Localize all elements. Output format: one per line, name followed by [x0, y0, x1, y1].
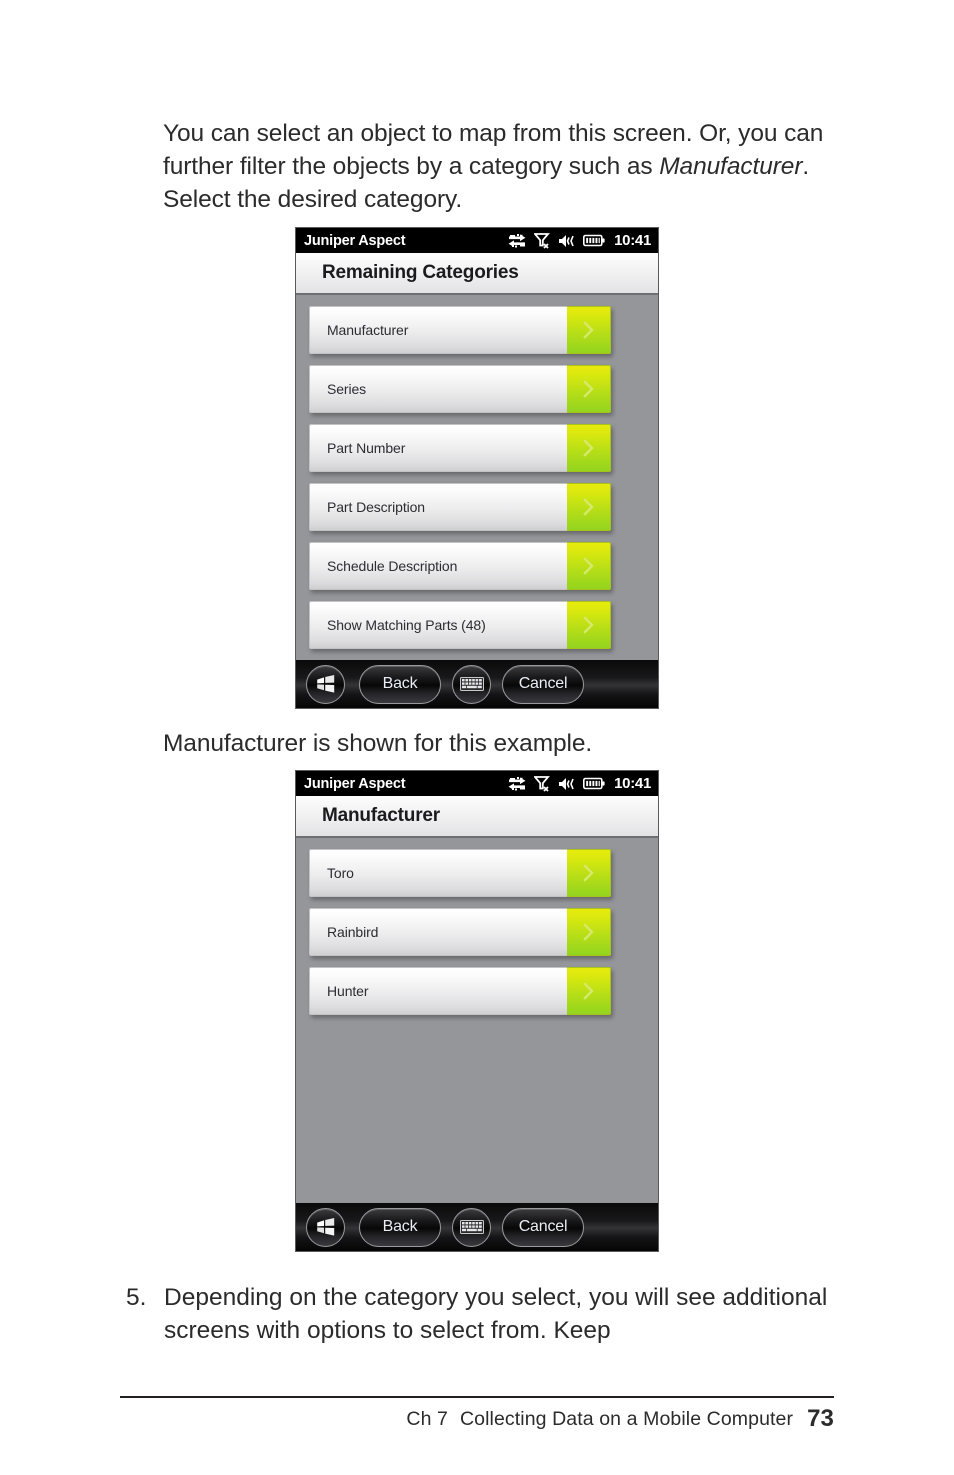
start-button[interactable] [306, 664, 345, 704]
device1-app-name: Juniper Aspect [304, 232, 406, 249]
connectivity-icon[interactable] [508, 776, 527, 791]
cancel-button-label: Cancel [518, 1218, 568, 1235]
chevron-right-icon[interactable] [567, 483, 611, 531]
list-item-hunter[interactable]: Hunter [309, 967, 611, 1015]
list-item-label: Show Matching Parts (48) [309, 601, 567, 649]
device-screenshot-manufacturer: Juniper Aspect 10:41 Manufacturer Toro R… [296, 771, 658, 1251]
signal-no-service-icon[interactable] [534, 775, 551, 792]
list-item-label: Schedule Description [309, 542, 567, 590]
list-item-show-matching-parts[interactable]: Show Matching Parts (48) [309, 601, 611, 649]
chevron-right-icon[interactable] [567, 967, 611, 1015]
list-item-manufacturer[interactable]: Manufacturer [309, 306, 611, 354]
middle-paragraph: Manufacturer is shown for this example. [163, 730, 593, 757]
windows-logo-icon [317, 675, 335, 693]
chevron-right-icon[interactable] [567, 424, 611, 472]
device2-app-name: Juniper Aspect [304, 775, 406, 792]
device2-status-icons [508, 775, 605, 792]
device1-taskbar: Back Cancel [296, 660, 658, 708]
list-item-label: Series [309, 365, 567, 413]
page-footer: Ch 7 Collecting Data on a Mobile Computer… [120, 1405, 834, 1433]
keyboard-icon [459, 677, 484, 691]
cancel-button[interactable]: Cancel [502, 1207, 584, 1247]
numbered-step-5: 5. Depending on the category you select,… [126, 1281, 856, 1347]
back-button[interactable]: Back [359, 664, 441, 704]
footer-divider [120, 1396, 834, 1398]
chevron-right-icon[interactable] [567, 542, 611, 590]
list-item-series[interactable]: Series [309, 365, 611, 413]
list-item-toro[interactable]: Toro [309, 849, 611, 897]
manual-page: You can select an object to map from thi… [0, 0, 954, 1475]
step-number: 5. [126, 1284, 147, 1311]
list-item-rainbird[interactable]: Rainbird [309, 908, 611, 956]
list-item-label: Toro [309, 849, 567, 897]
list-item-label: Part Number [309, 424, 567, 472]
list-item-label: Part Description [309, 483, 567, 531]
back-button-label: Back [382, 675, 418, 692]
list-item-label: Hunter [309, 967, 567, 1015]
list-item-schedule-description[interactable]: Schedule Description [309, 542, 611, 590]
device1-list: Manufacturer Series Part Number Part Des… [296, 295, 658, 649]
cancel-button-label: Cancel [518, 675, 568, 692]
cancel-button[interactable]: Cancel [502, 664, 584, 704]
intro-paragraph: You can select an object to map from thi… [163, 117, 853, 216]
chevron-right-icon[interactable] [567, 306, 611, 354]
device2-list: Toro Rainbird Hunter [296, 838, 658, 1015]
start-button[interactable] [306, 1207, 345, 1247]
speaker-icon[interactable] [558, 234, 576, 248]
battery-icon[interactable] [583, 234, 605, 247]
device1-status-icons [508, 232, 605, 249]
footer-page-number: 73 [807, 1405, 834, 1432]
keyboard-button[interactable] [452, 664, 491, 704]
list-item-part-description[interactable]: Part Description [309, 483, 611, 531]
keyboard-button[interactable] [452, 1207, 491, 1247]
chevron-right-icon[interactable] [567, 849, 611, 897]
device1-screen-title: Remaining Categories [322, 262, 519, 283]
footer-chapter: Ch 7 [406, 1408, 448, 1430]
chevron-right-icon[interactable] [567, 601, 611, 649]
footer-title: Collecting Data on a Mobile Computer [459, 1408, 794, 1430]
list-item-label: Rainbird [309, 908, 567, 956]
signal-no-service-icon[interactable] [534, 232, 551, 249]
list-item-part-number[interactable]: Part Number [309, 424, 611, 472]
speaker-icon[interactable] [558, 777, 576, 791]
device-screenshot-remaining-categories: Juniper Aspect 10:41 Remaining Categorie… [296, 228, 658, 708]
device2-screen-header: Manufacturer [296, 796, 658, 838]
device2-clock: 10:41 [614, 775, 651, 792]
battery-icon[interactable] [583, 777, 605, 790]
list-item-label: Manufacturer [309, 306, 567, 354]
chevron-right-icon[interactable] [567, 908, 611, 956]
device1-clock: 10:41 [614, 232, 651, 249]
device2-taskbar: Back Cancel [296, 1203, 658, 1251]
device1-screen-header: Remaining Categories [296, 253, 658, 295]
back-button[interactable]: Back [359, 1207, 441, 1247]
windows-logo-icon [317, 1218, 335, 1236]
chevron-right-icon[interactable] [567, 365, 611, 413]
device1-titlebar: Juniper Aspect 10:41 [296, 228, 658, 253]
step-text: Depending on the category you select, yo… [164, 1284, 828, 1344]
intro-paragraph-italic: Manufacturer [659, 153, 803, 180]
connectivity-icon[interactable] [508, 233, 527, 248]
device2-screen-title: Manufacturer [322, 805, 440, 826]
keyboard-icon [459, 1220, 484, 1234]
device2-titlebar: Juniper Aspect 10:41 [296, 771, 658, 796]
back-button-label: Back [382, 1218, 418, 1235]
